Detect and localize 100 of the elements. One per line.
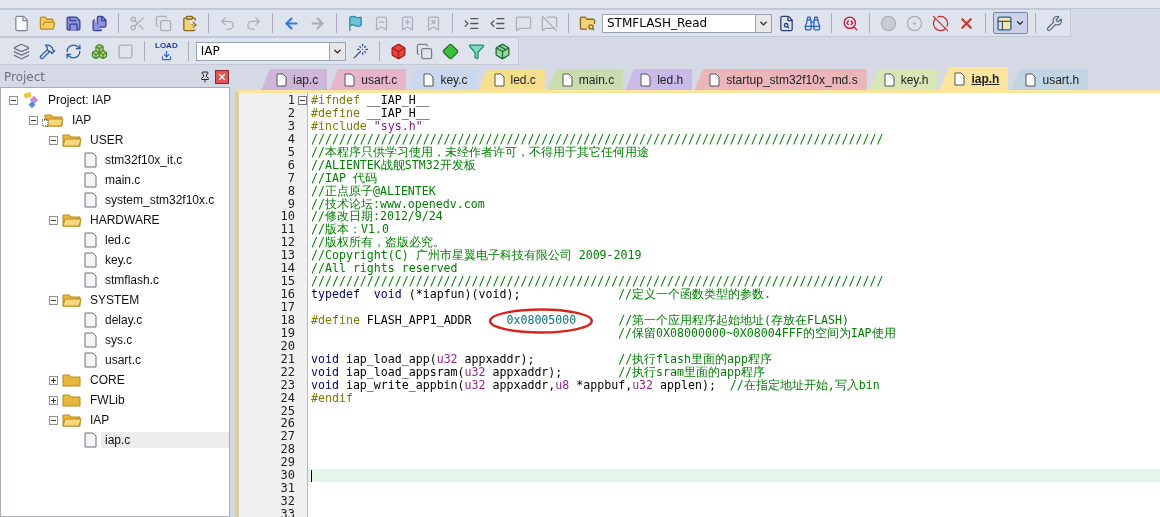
collapse-toggle[interactable] <box>49 215 58 225</box>
file-tab[interactable]: usart.c <box>329 69 407 90</box>
file-icon <box>1025 72 1037 87</box>
file-tab[interactable]: startup_stm32f10x_md.s <box>694 69 867 90</box>
tree-item[interactable]: stmflash.c <box>101 272 163 288</box>
line-number: 21 <box>279 352 296 366</box>
tree-item[interactable]: key.c <box>101 252 137 268</box>
file-tab[interactable]: iap.c <box>261 69 328 90</box>
file-tab[interactable]: led.h <box>625 69 693 90</box>
tree-item[interactable]: CORE <box>86 372 129 388</box>
file-tab[interactable]: iap.h <box>939 67 1009 90</box>
open-folder-icon <box>39 14 56 32</box>
tree-item[interactable]: sys.c <box>101 332 137 348</box>
tree-item[interactable]: iap.c <box>101 432 229 448</box>
breakpoint-toggle-icon <box>906 14 923 32</box>
tree-item[interactable]: USER <box>86 132 128 148</box>
undo-icon <box>219 14 236 32</box>
folder-search-icon <box>579 14 596 32</box>
toolbar-button[interactable] <box>993 12 1028 34</box>
new-file-icon <box>13 14 30 32</box>
file-tab[interactable]: usart.h <box>1010 69 1089 90</box>
window-layout-icon <box>996 14 1013 32</box>
tree-item[interactable]: usart.c <box>101 352 145 368</box>
tree-item[interactable]: IAP <box>86 412 114 428</box>
collapse-toggle[interactable] <box>49 415 58 425</box>
line-number: 4 <box>286 132 296 146</box>
target-folder-icon <box>42 113 64 127</box>
collapse-toggle[interactable] <box>49 135 58 145</box>
tree-item[interactable]: SYSTEM <box>86 292 144 308</box>
wrench-icon <box>1046 14 1063 32</box>
file-tab[interactable]: key.h <box>868 69 938 90</box>
code-line: #ifndef __IAP_H__ <box>310 94 431 107</box>
expand-toggle[interactable] <box>49 375 58 385</box>
uncomment-icon <box>541 14 558 32</box>
pane-title: Project <box>4 70 46 84</box>
collapse-toggle[interactable] <box>9 95 18 105</box>
code-line: //技术论坛:www.openedv.com <box>310 197 486 211</box>
stacked-windows-icon <box>415 42 433 60</box>
line-number: 13 <box>279 249 296 263</box>
binoculars-icon <box>804 14 821 32</box>
code-line: //All rights reserved <box>310 262 459 276</box>
tree-item[interactable]: led.c <box>101 232 135 248</box>
breakpoint-icon <box>880 14 897 32</box>
folder-icon <box>62 213 82 227</box>
expand-toggle[interactable] <box>49 395 58 405</box>
line-number: 19 <box>279 326 296 340</box>
code-editor[interactable] <box>235 90 1160 517</box>
line-number: 29 <box>279 456 296 470</box>
pin-button[interactable] <box>199 71 211 83</box>
layers-icon <box>13 42 30 60</box>
fold-toggle[interactable] <box>298 95 307 105</box>
line-number: 27 <box>279 430 296 444</box>
folder-icon <box>62 293 82 307</box>
code-line: //ALIENTEK战舰STM32开发板 <box>310 158 476 172</box>
file-tab[interactable]: key.c <box>408 69 477 90</box>
code-line: //本程序只供学习使用，未经作者许可，不得用于其它任何用途 <box>310 145 649 159</box>
next-bookmark-icon <box>399 14 416 32</box>
line-number: 15 <box>279 275 296 289</box>
line-number: 30 <box>279 469 296 483</box>
tree-item[interactable]: IAP <box>68 112 96 128</box>
file-tab[interactable]: main.c <box>546 69 624 90</box>
plus-icon <box>50 396 57 404</box>
folder-icon <box>62 393 82 407</box>
magic-wand-icon <box>351 42 369 60</box>
tree-item[interactable]: stm32f10x_it.c <box>101 152 187 168</box>
close-button[interactable] <box>215 70 229 84</box>
line-number: 1 <box>286 94 296 107</box>
collapse-toggle[interactable] <box>29 115 38 125</box>
folder-icon <box>62 133 82 147</box>
file-icon <box>883 72 895 87</box>
line-number: 16 <box>279 288 296 301</box>
file-search-icon <box>778 14 795 32</box>
collapse-toggle[interactable] <box>49 295 58 305</box>
code-line: void iap_load_app(u32 appxaddr); //执行flash里面的app程序 <box>310 352 773 366</box>
minus-icon <box>300 97 305 103</box>
load-button[interactable]: LOAD <box>152 40 181 62</box>
tree-item[interactable]: system_stm32f10x.c <box>101 192 219 208</box>
file-icon <box>84 252 97 268</box>
code-line: typedef void (*iapfun)(void); //定义一个函数类型的参数. <box>310 288 773 301</box>
line-number: 32 <box>279 495 296 508</box>
tree-item[interactable]: delay.c <box>101 312 147 328</box>
file-icon <box>423 72 435 87</box>
dropdown-field[interactable]: STMFLASH_Read <box>602 13 772 33</box>
folder-icon <box>62 373 82 387</box>
comment-icon <box>515 14 532 32</box>
dropdown-field[interactable]: IAP <box>195 41 346 61</box>
file-icon <box>84 352 97 368</box>
tree-item[interactable]: FWLib <box>86 392 129 408</box>
tree-item[interactable]: main.c <box>101 172 145 188</box>
file-icon <box>276 72 287 87</box>
stop-build-icon <box>117 42 134 60</box>
line-number: 24 <box>279 391 296 405</box>
code-line: #define FLASH_APP1_ADDR 0x08005000 //第一个应用程序起始地址(存放在FLASH) <box>308 313 1160 327</box>
line-number: 26 <box>279 417 296 431</box>
tree-item[interactable]: HARDWARE <box>86 212 164 228</box>
code-line: ////////////////////////////////////////////////////////////////////////////////// <box>310 275 885 289</box>
line-number: 18 <box>279 313 296 327</box>
save-all-icon <box>91 14 108 32</box>
tree-item[interactable]: Project: IAP <box>44 92 116 108</box>
file-tab[interactable]: led.c <box>478 69 545 90</box>
